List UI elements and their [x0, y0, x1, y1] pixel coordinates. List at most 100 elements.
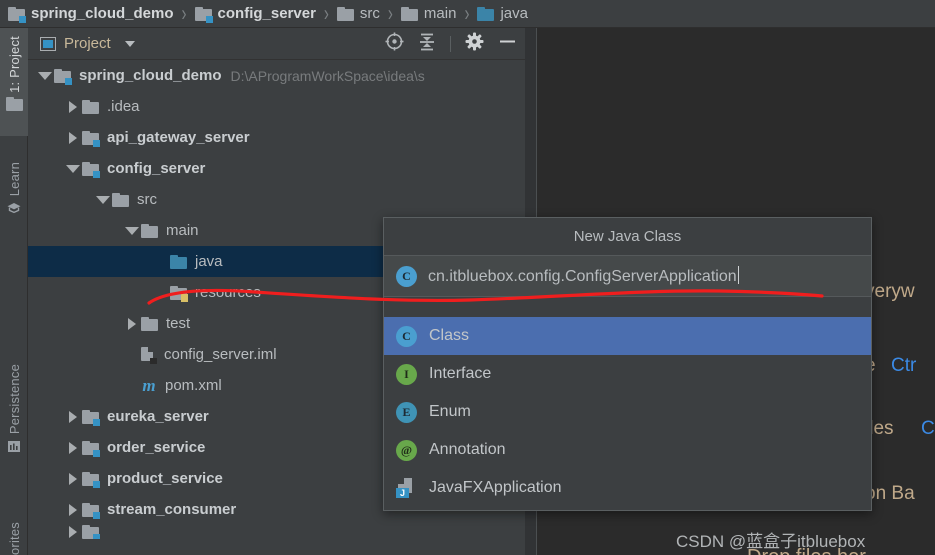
settings-gear-icon[interactable]: [465, 32, 484, 56]
list-item-annotation[interactable]: @ Annotation: [384, 431, 871, 469]
expand-arrow-icon[interactable]: [69, 503, 77, 516]
breadcrumb-item-main[interactable]: main: [400, 0, 456, 28]
list-item-label: JavaFXApplication: [429, 479, 562, 496]
locate-icon[interactable]: [385, 32, 404, 56]
collapse-all-icon[interactable]: [418, 33, 436, 56]
tree-row-label: stream_consumer: [107, 501, 237, 518]
hide-panel-icon[interactable]: [498, 32, 517, 56]
project-panel-header: Project: [28, 28, 525, 60]
tree-row-label: .idea: [107, 98, 140, 115]
folder-icon: [141, 223, 158, 238]
list-item-label: Annotation: [429, 441, 506, 458]
breadcrumb-separator: ›: [387, 0, 393, 27]
sidebar-item-project[interactable]: 1: Project: [0, 28, 28, 136]
resource-folder-icon: [170, 285, 188, 302]
tree-row-label: api_gateway_server: [107, 129, 250, 146]
project-panel-actions: [385, 28, 517, 60]
folder-icon: [112, 192, 129, 207]
folder-icon: [141, 316, 158, 331]
module-folder-icon: [82, 409, 100, 426]
list-item-interface[interactable]: I Interface: [384, 355, 871, 393]
tree-row[interactable]: .idea: [28, 91, 525, 122]
project-view-icon: [40, 36, 56, 51]
tree-row[interactable]: config_server: [28, 153, 525, 184]
expand-arrow-icon[interactable]: [69, 410, 77, 423]
expand-arrow-icon[interactable]: [38, 71, 52, 80]
tree-row-label: main: [166, 222, 199, 239]
source-folder-icon: [477, 6, 495, 21]
tree-row-label: config_server.iml: [164, 346, 277, 363]
tree-row-label: order_service: [107, 439, 206, 456]
expand-arrow-icon[interactable]: [69, 526, 77, 538]
expand-arrow-icon[interactable]: [128, 317, 136, 330]
expand-arrow-icon[interactable]: [96, 195, 110, 204]
breadcrumb: spring_cloud_demo › config_server › src …: [0, 0, 935, 28]
breadcrumb-label: spring_cloud_demo: [31, 5, 174, 22]
breadcrumb-item-java[interactable]: java: [477, 0, 528, 28]
source-folder-icon: [170, 254, 187, 269]
breadcrumb-separator: ›: [464, 0, 470, 27]
breadcrumb-label: java: [500, 5, 528, 22]
module-folder-icon: [82, 440, 100, 457]
tree-row[interactable]: spring_cloud_demo D:\AProgramWorkSpace\i…: [28, 60, 525, 91]
tree-row-label: pom.xml: [165, 377, 222, 394]
tree-row-label: java: [195, 253, 223, 270]
tree-row-label: test: [166, 315, 191, 332]
folder-icon: [400, 6, 418, 21]
idea-window: spring_cloud_demo › config_server › src …: [0, 0, 935, 555]
maven-file-icon: m: [142, 376, 156, 395]
expand-arrow-icon[interactable]: [69, 441, 77, 454]
tree-row[interactable]: [28, 525, 525, 539]
toolbar-divider: [450, 36, 451, 52]
class-kind-list[interactable]: C Class I Interface E Enum @ Annotation …: [384, 317, 871, 510]
class-name-input[interactable]: cn.itbluebox.config.ConfigServerApplicat…: [428, 266, 739, 286]
sidebar-item-learn[interactable]: Learn: [0, 158, 28, 240]
project-view-selector[interactable]: Project: [40, 35, 135, 52]
popup-title: New Java Class: [384, 218, 871, 256]
breadcrumb-label: config_server: [217, 5, 316, 22]
expand-arrow-icon[interactable]: [69, 131, 77, 144]
class-name-input-row[interactable]: C cn.itbluebox.config.ConfigServerApplic…: [384, 256, 871, 297]
sidebar-item-favorites[interactable]: orites: [0, 520, 28, 555]
module-folder-icon: [8, 6, 26, 23]
folder-icon: [336, 6, 354, 21]
editor-text-fragment: Ctr: [891, 355, 917, 376]
database-icon: [7, 440, 21, 456]
tree-row-label: product_service: [107, 470, 223, 487]
editor-text-fragment: on Ba: [865, 483, 915, 504]
tree-row-label: resources: [195, 284, 261, 301]
sidebar-item-label: Learn: [6, 162, 22, 197]
list-item-label: Enum: [429, 403, 471, 420]
text-caret: [737, 266, 739, 284]
list-item-class[interactable]: C Class: [384, 317, 871, 355]
project-folder-icon: [5, 96, 23, 114]
breadcrumb-item-config-server[interactable]: config_server: [194, 0, 316, 28]
tree-row[interactable]: src: [28, 184, 525, 215]
popup-spacer: [384, 297, 871, 317]
list-item-javafx-application[interactable]: J JavaFXApplication: [384, 469, 871, 507]
list-item-enum[interactable]: E Enum: [384, 393, 871, 431]
expand-arrow-icon[interactable]: [66, 164, 80, 173]
expand-arrow-icon[interactable]: [125, 226, 139, 235]
class-badge-icon: C: [396, 265, 417, 287]
sidebar-item-persistence[interactable]: Persistence: [0, 360, 28, 488]
sidebar-item-label: 1: Project: [6, 36, 22, 93]
class-badge-icon: C: [396, 325, 417, 347]
editor-text-fragment: C: [921, 418, 935, 439]
chevron-down-icon[interactable]: [124, 40, 135, 47]
tree-row[interactable]: api_gateway_server: [28, 122, 525, 153]
tree-row-path: D:\AProgramWorkSpace\idea\s: [230, 67, 425, 84]
list-item-label: Interface: [429, 365, 492, 382]
annotation-badge-icon: @: [396, 439, 417, 461]
module-folder-icon: [194, 6, 213, 23]
class-name-input-value: cn.itbluebox.config.ConfigServerApplicat…: [428, 268, 737, 285]
expand-arrow-icon[interactable]: [69, 472, 77, 485]
module-folder-icon: [82, 502, 100, 519]
expand-arrow-icon[interactable]: [69, 100, 77, 113]
module-folder-icon: [54, 68, 72, 85]
breadcrumb-separator: ›: [181, 0, 187, 27]
tree-row-label: eureka_server: [107, 408, 209, 425]
breadcrumb-item-spring-cloud-demo[interactable]: spring_cloud_demo: [8, 0, 174, 28]
breadcrumb-item-src[interactable]: src: [336, 0, 380, 28]
tree-row-label: spring_cloud_demo: [79, 67, 222, 84]
